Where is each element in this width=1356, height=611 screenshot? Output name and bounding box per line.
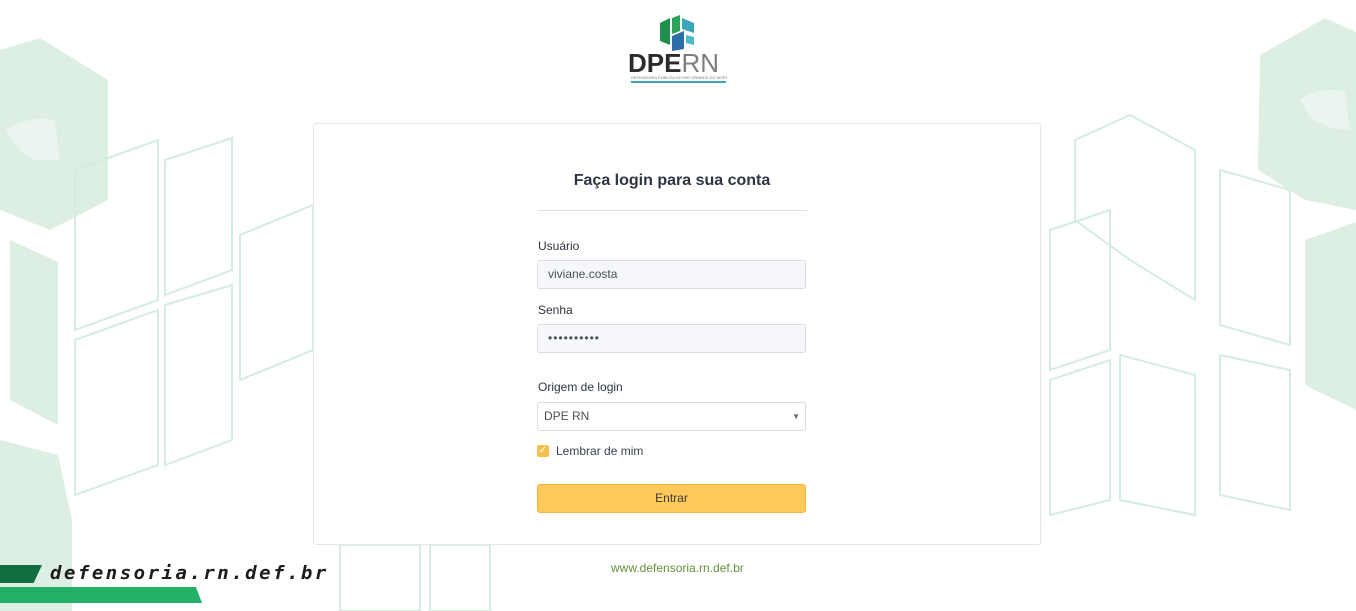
title-divider [538, 210, 807, 211]
ribbon-green-stripe [0, 587, 202, 603]
password-input[interactable]: •••••••••• [537, 324, 806, 353]
username-input[interactable]: viviane.costa [537, 260, 806, 289]
origin-select-value: DPE RN [544, 409, 590, 423]
dpern-logo: DPERN DEFENSORIA PÚBLICA DO RIO GRANDE D… [598, 8, 758, 92]
remember-label[interactable]: Lembrar de mim [556, 444, 643, 458]
chevron-down-icon: ▼ [792, 412, 800, 421]
username-label: Usuário [538, 239, 580, 253]
site-link[interactable]: www.defensoria.rn.def.br [611, 561, 744, 575]
logo-emblem-icon [660, 15, 694, 51]
login-card: Faça login para sua conta Usuário vivian… [313, 123, 1041, 545]
checkmark-icon: ✓ [538, 445, 548, 456]
ribbon-text: defensoria.rn.def.br [50, 562, 329, 584]
origin-label: Origem de login [538, 380, 623, 394]
logo-subtitle: DEFENSORIA PÚBLICA DO RIO GRANDE DO NORT… [631, 75, 727, 80]
logo-underline [631, 81, 726, 83]
origin-select[interactable]: DPE RN ▼ [537, 402, 806, 431]
login-title: Faça login para sua conta [573, 172, 771, 189]
remember-checkbox[interactable]: ✓ [537, 445, 549, 457]
login-button[interactable]: Entrar [537, 484, 806, 513]
password-label: Senha [538, 303, 573, 317]
